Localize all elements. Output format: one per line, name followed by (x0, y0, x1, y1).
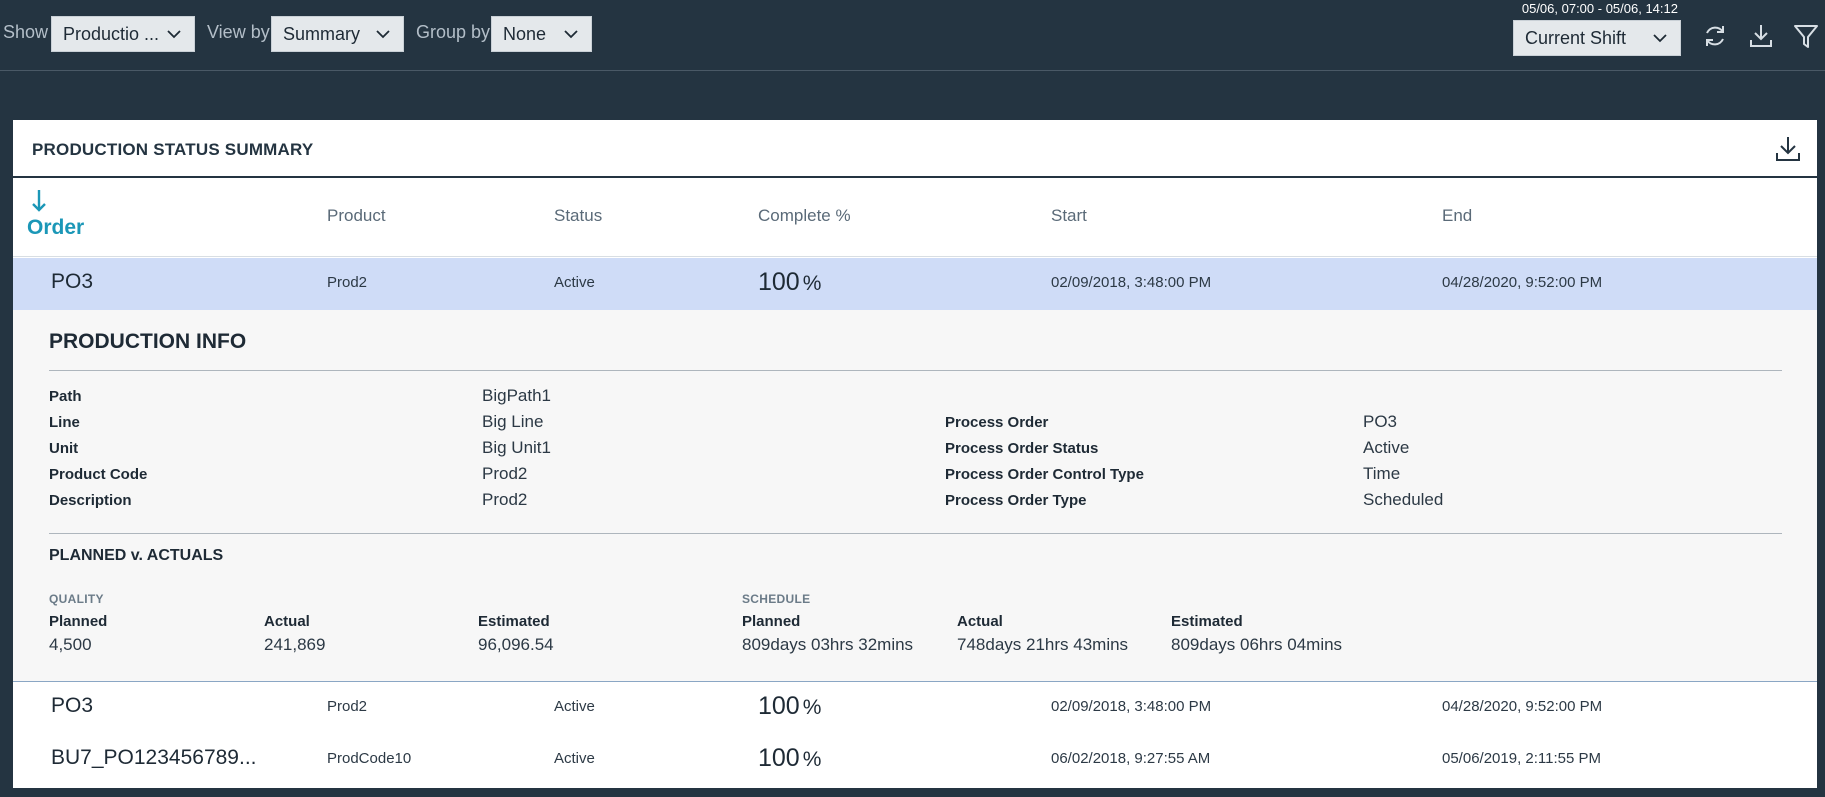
table-row[interactable]: PO3 Prod2 Active 100% 02/09/2018, 3:48:0… (13, 682, 1817, 734)
production-status-card: PRODUCTION STATUS SUMMARY Order Product … (13, 120, 1817, 788)
quality-planned-label: Planned (49, 613, 108, 630)
chevron-down-icon (376, 30, 390, 39)
info-label: Process Order Control Type (945, 466, 1144, 483)
table-row[interactable]: PO3 Prod2 Active 100% 02/09/2018, 3:48:0… (13, 258, 1817, 310)
row-end: 04/28/2020, 9:52:00 PM (1442, 274, 1603, 291)
column-header-product[interactable]: Product (327, 206, 386, 226)
info-label: Process Order (945, 414, 1049, 431)
row-complete: 100% (758, 692, 821, 721)
show-label: Show (3, 22, 49, 42)
time-range: 05/06, 07:00 - 05/06, 14:12 (1521, 1, 1678, 16)
sort-arrow-down-icon (32, 190, 46, 212)
info-label: Line (49, 414, 80, 431)
info-value: BigPath1 (482, 386, 551, 405)
row-complete-value: 100 (758, 744, 800, 772)
info-value: Prod2 (482, 490, 528, 509)
row-order: PO3 (51, 694, 94, 717)
viewby-dropdown-value: Summary (283, 23, 361, 44)
viewby-dropdown[interactable]: Summary (271, 16, 404, 52)
divider (49, 533, 1782, 534)
chevron-down-icon (564, 30, 578, 39)
column-header-status[interactable]: Status (554, 206, 602, 226)
show-dropdown-value: Productio ... (63, 23, 160, 44)
info-value: Prod2 (482, 464, 528, 483)
row-complete: 100% (758, 268, 821, 297)
row-product: Prod2 (327, 698, 368, 715)
info-value: PO3 (1363, 412, 1398, 431)
row-product: Prod2 (327, 274, 368, 291)
download-icon[interactable] (1747, 22, 1775, 50)
row-product: ProdCode10 (327, 750, 412, 767)
row-complete-unit: % (802, 748, 822, 771)
row-start: 06/02/2018, 9:27:55 AM (1051, 750, 1211, 767)
row-status: Active (554, 274, 595, 291)
info-label: Process Order Type (945, 492, 1087, 509)
row-status: Active (554, 750, 595, 767)
groupby-label: Group by (416, 22, 491, 42)
info-value: Scheduled (1363, 490, 1444, 509)
quality-group-label: QUALITY (49, 592, 104, 606)
schedule-actual-value: 748days 21hrs 43mins (957, 635, 1129, 654)
table-header: Order Product Status Complete % Start En… (13, 178, 1817, 257)
column-header-start[interactable]: Start (1051, 206, 1087, 226)
chevron-down-icon (1653, 34, 1667, 43)
row-order: BU7_PO123456789... (51, 746, 257, 769)
schedule-actual-label: Actual (957, 613, 1003, 630)
row-status: Active (554, 698, 595, 715)
quality-estimated-value: 96,096.54 (478, 635, 554, 654)
row-start: 02/09/2018, 3:48:00 PM (1051, 698, 1212, 715)
groupby-dropdown[interactable]: None (491, 16, 592, 52)
schedule-group-label: SCHEDULE (742, 592, 811, 606)
refresh-icon[interactable] (1701, 22, 1729, 50)
divider (49, 370, 1782, 371)
show-dropdown[interactable]: Productio ... (51, 16, 195, 52)
info-label: Description (49, 492, 132, 509)
row-order: PO3 (51, 270, 94, 293)
info-value: Time (1363, 464, 1401, 483)
row-complete-unit: % (802, 272, 822, 295)
info-value: Active (1363, 438, 1410, 457)
row-complete-value: 100 (758, 692, 800, 720)
quality-actual-value: 241,869 (264, 635, 326, 654)
schedule-estimated-value: 809days 06hrs 04mins (1171, 635, 1343, 654)
schedule-estimated-label: Estimated (1171, 613, 1243, 630)
info-label: Unit (49, 440, 79, 457)
column-header-end[interactable]: End (1442, 206, 1472, 226)
shift-dropdown[interactable]: Current Shift (1513, 20, 1681, 56)
info-label: Process Order Status (945, 440, 1099, 457)
row-complete-value: 100 (758, 268, 800, 296)
row-end: 05/06/2019, 2:11:55 PM (1442, 750, 1602, 767)
viewby-label: View by (207, 22, 270, 42)
groupby-dropdown-value: None (503, 23, 547, 44)
row-complete: 100% (758, 744, 821, 773)
info-value: Big Unit1 (482, 438, 551, 457)
column-header-complete[interactable]: Complete % (758, 206, 851, 226)
row-start: 02/09/2018, 3:48:00 PM (1051, 274, 1212, 291)
card-title: PRODUCTION STATUS SUMMARY (32, 140, 314, 159)
production-info-panel: PRODUCTION INFO Path BigPath1 Line Big L… (13, 310, 1817, 682)
table-row[interactable]: BU7_PO123456789... ProdCode10 Active 100… (13, 734, 1817, 786)
production-info-title: PRODUCTION INFO (49, 330, 247, 353)
info-value: Big Line (482, 412, 544, 431)
planned-vs-actuals-title: PLANNED v. ACTUALS (49, 547, 224, 564)
quality-planned-value: 4,500 (49, 635, 92, 654)
chevron-down-icon (167, 30, 181, 39)
row-complete-unit: % (802, 696, 822, 719)
info-label: Product Code (49, 466, 148, 483)
top-toolbar: Show Productio ... View by Summary Group… (0, 0, 1825, 71)
row-end: 04/28/2020, 9:52:00 PM (1442, 698, 1603, 715)
card-header: PRODUCTION STATUS SUMMARY (13, 120, 1817, 178)
info-label: Path (49, 388, 82, 405)
shift-dropdown-value: Current Shift (1525, 27, 1627, 48)
quality-estimated-label: Estimated (478, 613, 550, 630)
column-header-order[interactable]: Order (27, 188, 84, 240)
schedule-planned-label: Planned (742, 613, 801, 630)
column-header-order-label: Order (27, 216, 85, 239)
download-icon[interactable] (1773, 134, 1803, 164)
filter-icon[interactable] (1792, 22, 1820, 50)
schedule-planned-value: 809days 03hrs 32mins (742, 635, 914, 654)
quality-actual-label: Actual (264, 613, 310, 630)
